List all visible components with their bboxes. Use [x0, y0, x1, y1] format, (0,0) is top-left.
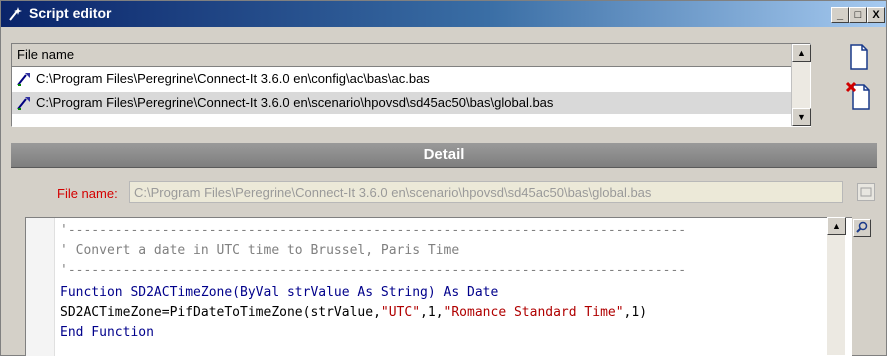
browse-file-button[interactable] [857, 183, 875, 201]
detail-section-header: Detail [11, 143, 877, 168]
code-token: '---------------------------------------… [60, 263, 687, 278]
code-line[interactable]: End Function [60, 324, 154, 342]
window-title: Script editor [29, 5, 112, 21]
code-token: End Function [60, 325, 154, 340]
magnifier-icon [856, 221, 868, 233]
file-name-label: File name: [57, 186, 118, 201]
script-file-icon [17, 97, 30, 110]
file-list-scrollbar[interactable]: ▲ ▼ [791, 44, 811, 126]
code-token: "UTC" [380, 305, 421, 320]
new-script-button[interactable] [843, 41, 873, 73]
delete-document-icon [845, 81, 870, 110]
code-line[interactable]: ' Convert a date in UTC time to Brussel,… [60, 242, 459, 260]
editor-gutter [26, 218, 55, 356]
close-button[interactable]: X [867, 7, 885, 23]
file-list: File name C:\Program Files\Peregrine\Con… [11, 43, 811, 127]
script-wand-icon [9, 7, 22, 21]
script-file-icon [17, 73, 30, 86]
scroll-down-button[interactable]: ▼ [792, 108, 811, 126]
code-line[interactable]: Function SD2ACTimeZone(ByVal strValue As… [60, 284, 498, 302]
code-line[interactable]: '---------------------------------------… [60, 222, 686, 240]
file-path-text: C:\Program Files\Peregrine\Connect-It 3.… [36, 71, 430, 86]
file-path-text: C:\Program Files\Peregrine\Connect-It 3.… [36, 95, 554, 110]
file-name-field[interactable]: C:\Program Files\Peregrine\Connect-It 3.… [129, 181, 843, 203]
file-name-column-header[interactable]: File name [12, 44, 810, 67]
find-button[interactable] [853, 219, 871, 237]
browse-icon [860, 187, 872, 197]
minimize-button[interactable]: _ [831, 7, 849, 23]
scroll-up-button[interactable]: ▲ [792, 44, 811, 62]
editor-scroll-up-button[interactable]: ▲ [827, 217, 846, 235]
file-list-row-selected[interactable]: C:\Program Files\Peregrine\Connect-It 3.… [12, 92, 810, 114]
code-token: Function SD2ACTimeZone(ByVal strValue As… [60, 285, 499, 300]
file-name-header-label: File name [17, 47, 75, 62]
script-editor-window: Script editor _ □ X File name C:\Program… [0, 0, 887, 356]
file-list-row[interactable]: C:\Program Files\Peregrine\Connect-It 3.… [12, 68, 810, 90]
delete-script-button[interactable] [843, 79, 873, 111]
code-editor[interactable]: '---------------------------------------… [25, 217, 852, 356]
code-token: "Romance Standard Time" [443, 305, 624, 320]
editor-scrollbar[interactable]: ▲ [827, 217, 846, 355]
code-token: ,1) [623, 305, 648, 320]
new-document-icon [850, 44, 868, 70]
code-token: ,1, [420, 305, 444, 320]
code-line[interactable]: SD2ACTimeZone=PifDateToTimeZone(strValue… [60, 304, 647, 322]
title-bar[interactable]: Script editor _ □ X [1, 1, 886, 27]
restore-button[interactable]: □ [849, 7, 867, 23]
code-line[interactable]: '---------------------------------------… [60, 262, 686, 280]
code-token: ' Convert a date in UTC time to Brussel,… [60, 243, 460, 258]
code-token: SD2ACTimeZone=PifDateToTimeZone(strValue… [60, 305, 381, 320]
code-token: '---------------------------------------… [60, 223, 687, 238]
